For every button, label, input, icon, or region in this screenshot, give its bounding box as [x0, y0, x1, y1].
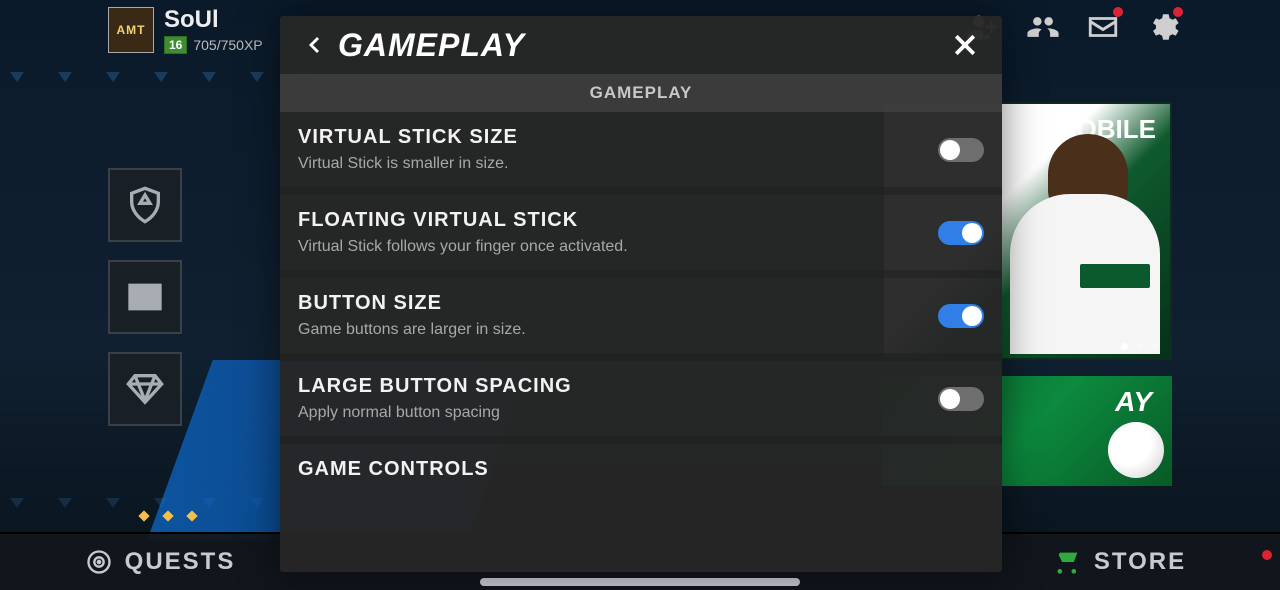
user-badge[interactable]: AMT SoUl 16 705/750XP — [108, 6, 263, 54]
setting-title: VIRTUAL STICK SIZE — [298, 126, 938, 149]
setting-desc: Virtual Stick follows your finger once a… — [298, 238, 938, 256]
setting-title: GAME CONTROLS — [298, 458, 984, 481]
setting-desc: Virtual Stick is smaller in size. — [298, 155, 938, 173]
home-indicator — [480, 578, 800, 586]
level-badge: 16 — [164, 36, 187, 54]
setting-desc: Apply normal button spacing — [298, 404, 938, 422]
ball-graphic — [1108, 422, 1164, 478]
avatar[interactable]: AMT — [108, 7, 154, 53]
modal-title: GAMEPLAY — [338, 27, 525, 64]
notification-dot — [1113, 7, 1123, 17]
nav-store[interactable]: STORE — [960, 548, 1280, 576]
back-button[interactable] — [300, 31, 328, 59]
setting-row: BUTTON SIZE Game buttons are larger in si… — [280, 278, 1002, 361]
side-btn-gem[interactable] — [108, 352, 182, 426]
xp-text: 705/750XP — [193, 37, 262, 53]
setting-row: VIRTUAL STICK SIZE Virtual Stick is small… — [280, 112, 1002, 195]
spark-decor — [140, 512, 196, 520]
nav-quests[interactable]: QUESTS — [0, 548, 320, 576]
setting-title: FLOATING VIRTUAL STICK — [298, 209, 938, 232]
close-button[interactable] — [948, 28, 982, 62]
nav-store-label: STORE — [1094, 548, 1186, 576]
side-btn-shield[interactable] — [108, 168, 182, 242]
nav-quests-label: QUESTS — [125, 548, 236, 576]
notification-dot — [1262, 550, 1272, 560]
setting-row: GAME CONTROLS — [280, 444, 1002, 495]
settings-icon[interactable] — [1146, 10, 1180, 44]
friends-icon[interactable] — [1026, 10, 1060, 44]
setting-row: FLOATING VIRTUAL STICK Virtual Stick foll… — [280, 195, 1002, 278]
setting-title: BUTTON SIZE — [298, 292, 938, 315]
setting-row: LARGE BUTTON SPACING Apply normal button … — [280, 361, 1002, 444]
side-btn-news[interactable] — [108, 260, 182, 334]
toggle-switch[interactable] — [938, 221, 984, 245]
section-header: GAMEPLAY — [280, 74, 1002, 112]
toggle-switch[interactable] — [938, 138, 984, 162]
setting-desc: Game buttons are larger in size. — [298, 321, 938, 339]
toggle-switch[interactable] — [938, 387, 984, 411]
settings-modal: GAMEPLAY GAMEPLAY VIRTUAL STICK SIZE Virt… — [280, 16, 1002, 572]
notification-dot — [1173, 7, 1183, 17]
username: SoUl — [164, 6, 263, 34]
mail-icon[interactable] — [1086, 10, 1120, 44]
carousel-dots[interactable] — [1121, 343, 1158, 350]
promo2-label: AY — [1115, 386, 1152, 418]
toggle-switch[interactable] — [938, 304, 984, 328]
setting-title: LARGE BUTTON SPACING — [298, 375, 938, 398]
